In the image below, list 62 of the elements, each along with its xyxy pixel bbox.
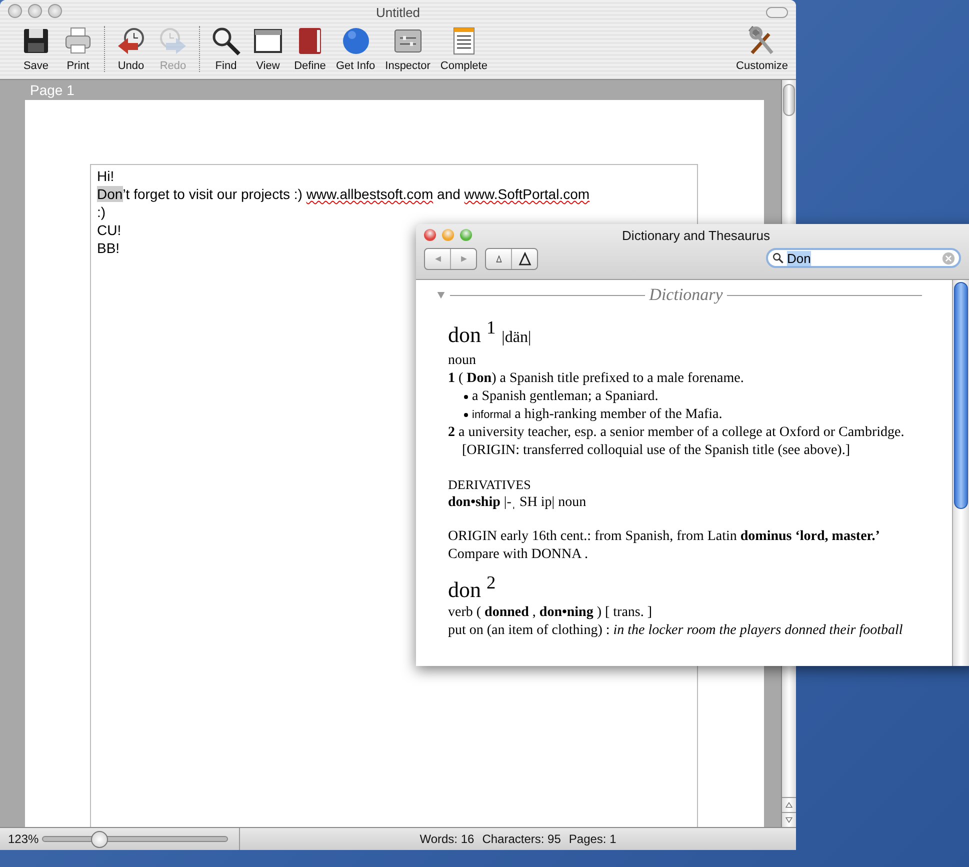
info-globe-icon [340,26,371,56]
navigation-buttons[interactable] [424,248,477,270]
toolbar-button[interactable]: Complete [438,26,490,72]
headword: don $^{2}$ [448,576,496,602]
scroll-thumb[interactable] [954,282,968,509]
toolbar-button[interactable]: Inspector [383,26,432,72]
pronunciation: |dän| [502,329,532,346]
definition-text: noun [448,352,477,370]
toolbar-toggle-button[interactable] [766,7,788,18]
document-count: Pages: 1 [568,832,616,846]
definition-text: verb ( donned , don•ning ) [ trans. ] [448,604,654,622]
toolbar-button[interactable]: View [250,26,286,72]
usage-label: informal [472,409,512,422]
scroll-thumb[interactable] [783,84,795,116]
section-heading: DERIVATIVES [448,476,532,494]
text-line: :) [97,203,106,221]
small-letter-icon [494,254,504,264]
bullet-icon [464,395,468,400]
printer-icon [63,26,93,56]
toolbar-button[interactable]: Find [208,26,244,72]
toolbar-button[interactable]: Define [292,26,328,72]
text-line: Don’t forget to visit our projects :) www.allbestsoft.com and www.SoftPortal.com [97,185,590,203]
large-letter-icon [518,252,532,266]
zoom-button[interactable] [460,229,472,241]
close-button[interactable] [8,4,22,18]
bullet-icon [464,413,468,418]
redo-clock-icon [158,26,188,56]
clear-icon [942,252,955,264]
customize-button[interactable]: Customize [734,26,790,72]
toolbar-button[interactable]: Save [18,26,54,72]
headword: don $^{1}$ [448,322,496,348]
definition-text: a Spanish gentleman; a Spaniard. [472,389,658,404]
zoom-level: 123% [8,832,39,846]
undo-clock-icon [116,26,146,56]
slider-thumb[interactable] [91,830,108,848]
text-line: Hi! [97,167,114,185]
search-field[interactable]: Don [766,248,961,268]
window-title: Untitled [376,5,420,20]
minimize-button[interactable] [442,229,454,241]
down-arrow-icon [784,815,794,825]
search-icon [772,252,784,264]
minimize-button[interactable] [28,4,42,18]
scrollbar[interactable] [952,280,969,666]
disclosure-triangle-icon[interactable] [436,290,446,300]
font-size-buttons[interactable] [485,248,538,270]
text-line: CU! [97,221,122,239]
close-button[interactable] [424,229,436,241]
page-label: Page 1 [30,81,76,100]
window-icon [253,26,283,56]
up-arrow-icon [784,800,794,810]
toolbar-button[interactable]: Print [60,26,96,72]
text-line: BB! [97,239,120,257]
back-arrow-icon [434,255,442,263]
forward-arrow-icon [460,255,468,263]
document-count: Characters: 95 [482,832,561,846]
zoom-slider[interactable] [42,830,228,848]
toolbar-button[interactable]: Get Info [334,26,378,72]
search-icon [211,26,241,56]
zoom-button[interactable] [48,4,62,18]
definition-text: don•ship |-ˌ SH ip| noun [448,494,588,512]
toolbar-button[interactable]: Undo [113,26,149,72]
document-count: Words: 16 [420,832,474,846]
